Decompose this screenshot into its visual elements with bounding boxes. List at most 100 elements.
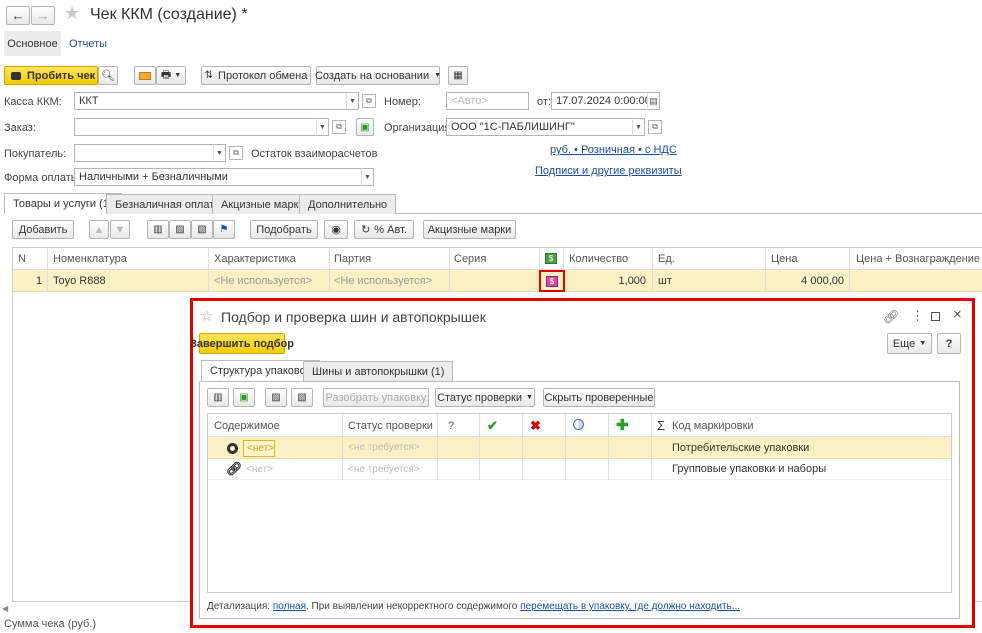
order-add-button[interactable]: ▣: [356, 118, 374, 136]
signatures-link[interactable]: Подписи и другие реквизиты: [535, 165, 682, 177]
stamp-button[interactable]: ⚑: [213, 220, 235, 239]
order-dropdown[interactable]: ▼: [316, 118, 329, 136]
open-icon: ⧉: [652, 122, 658, 131]
col-sigma[interactable]: Σ: [657, 418, 665, 433]
close-icon[interactable]: ×: [953, 306, 962, 323]
row-marking-highlight[interactable]: $: [539, 270, 565, 292]
status-check-button[interactable]: Статус проверки ▼: [435, 388, 535, 407]
buyer-open-button[interactable]: ⧉: [229, 146, 243, 160]
barcode-button[interactable]: ▥: [207, 388, 229, 407]
payment-field[interactable]: Наличными + Безналичными: [74, 168, 362, 186]
col-qty[interactable]: Количество: [569, 253, 628, 265]
package-row-consumer[interactable]: [208, 437, 951, 459]
col-batch[interactable]: Партия: [334, 253, 371, 265]
buyer-field[interactable]: [74, 144, 214, 162]
structure-button[interactable]: ▦: [448, 66, 468, 85]
auto-percent-button[interactable]: ↻% Авт.: [354, 220, 414, 239]
barcode-button[interactable]: ▥: [147, 220, 169, 239]
link-icon[interactable]: 🔗︎: [883, 309, 900, 325]
open-icon: ⧉: [366, 96, 372, 105]
view-button[interactable]: ◉: [324, 220, 348, 239]
dialog-title: Подбор и проверка шин и автопокрышек: [221, 309, 486, 325]
row-content-input[interactable]: <нет>: [243, 440, 275, 457]
tab-cashless[interactable]: Безналичная оплата: [106, 194, 230, 214]
row-status: <не требуется>: [348, 442, 420, 453]
org-open-button[interactable]: ⧉: [648, 120, 662, 134]
forward-button[interactable]: →: [31, 6, 55, 25]
eye-icon: ◉: [331, 224, 341, 236]
date-field[interactable]: 17.07.2024 0:00:00: [551, 92, 648, 110]
org-field[interactable]: ООО "1С-ПАБЛИШИНГ": [446, 118, 633, 136]
more-button[interactable]: Еще ▼: [887, 333, 932, 354]
col-n[interactable]: N: [18, 253, 26, 265]
help-button[interactable]: ?: [937, 333, 961, 354]
scan-tsd-button[interactable]: ▨: [265, 388, 287, 407]
tab-reports[interactable]: Отчеты: [69, 38, 107, 50]
cross-icon: ✖: [530, 418, 541, 433]
col-price-reward[interactable]: Цена + Вознаграждение: [856, 253, 980, 265]
favorite-star-icon[interactable]: ☆: [200, 307, 213, 325]
load-document-icon: ▣: [239, 392, 249, 403]
tab-goods[interactable]: Товары и услуги (1): [4, 193, 122, 214]
chevron-down-icon: ▼: [526, 394, 533, 401]
col-content[interactable]: Содержимое: [214, 420, 280, 432]
col-code[interactable]: Код маркировки: [672, 420, 754, 432]
price-type-link[interactable]: руб. • Розничная • с НДС: [550, 144, 677, 156]
detail-link[interactable]: полная: [273, 601, 306, 612]
tab-main[interactable]: Основное: [4, 31, 61, 56]
protocol-button[interactable]: ⇅ Протокол обмена: [201, 66, 311, 85]
col-series[interactable]: Серия: [454, 253, 486, 265]
payment-dropdown[interactable]: ▼: [361, 168, 374, 186]
col-price[interactable]: Цена: [771, 253, 797, 265]
structure-icon: ▦: [453, 70, 463, 81]
menu-dots-icon[interactable]: ⋮: [911, 308, 924, 324]
receipt-icon: [11, 71, 21, 80]
org-dropdown[interactable]: ▼: [632, 118, 645, 136]
number-label: Номер:: [384, 96, 421, 108]
number-field[interactable]: <Авто>: [446, 92, 529, 110]
hide-checked-button[interactable]: Скрыть проверенные: [543, 388, 655, 407]
unpack-button[interactable]: Разобрать упаковку: [323, 388, 429, 407]
col-item[interactable]: Номенклатура: [53, 253, 127, 265]
order-open-button[interactable]: ⧉: [332, 120, 346, 134]
check-codes-button[interactable]: ▧: [291, 388, 313, 407]
check-codes-button[interactable]: ▧: [191, 220, 213, 239]
search-button[interactable]: 🔍︎: [98, 66, 118, 85]
scan-tsd-button[interactable]: ▨: [169, 220, 191, 239]
kassa-open-button[interactable]: ⧉: [362, 94, 376, 108]
col-question[interactable]: ?: [448, 420, 454, 432]
col-status[interactable]: Статус проверки: [348, 420, 433, 432]
print-button[interactable]: 🖶 ▼: [156, 66, 186, 85]
tab-additional[interactable]: Дополнительно: [299, 194, 397, 214]
move-down-button[interactable]: ▼: [110, 220, 130, 239]
package-row-group[interactable]: [208, 459, 951, 480]
order-field[interactable]: [74, 118, 317, 136]
excise-marks-button[interactable]: Акцизные марки: [423, 220, 516, 239]
status-check-label: Статус проверки: [437, 391, 522, 404]
org-label: Организация:: [384, 122, 454, 134]
move-up-button[interactable]: ▲: [89, 220, 109, 239]
finish-picking-button[interactable]: Завершить подбор: [190, 333, 294, 354]
mail-button[interactable]: [134, 66, 156, 85]
kassa-dropdown[interactable]: ▼: [346, 92, 359, 110]
move-link[interactable]: перемещать в упаковку, где должно находи…: [520, 601, 740, 612]
back-button[interactable]: ←: [6, 6, 30, 25]
kassa-field[interactable]: ККТ: [74, 92, 347, 110]
maximize-icon[interactable]: [931, 312, 940, 321]
add-row-button[interactable]: Добавить: [12, 220, 74, 239]
row-n: 1: [36, 275, 43, 287]
create-based-button[interactable]: Создать на основании ▼: [315, 66, 441, 85]
tab-tires[interactable]: Шины и автопокрышки (1): [303, 361, 454, 381]
buyer-dropdown[interactable]: ▼: [213, 144, 226, 162]
tab-package-structure[interactable]: Структура упаковок: [201, 360, 320, 381]
arrow-left-icon: ←: [11, 8, 25, 23]
favorite-star-icon[interactable]: ★: [64, 3, 80, 24]
calendar-button[interactable]: ▤: [647, 92, 660, 110]
scroll-left-arrow[interactable]: ◀: [2, 604, 8, 613]
col-char[interactable]: Характеристика: [214, 253, 296, 265]
col-unit[interactable]: Ед.: [658, 253, 675, 265]
punch-receipt-button[interactable]: Пробить чек: [4, 66, 98, 85]
pick-button[interactable]: Подобрать: [250, 220, 318, 239]
punch-receipt-label: Пробить чек: [27, 69, 96, 82]
load-button[interactable]: ▣: [233, 388, 255, 407]
